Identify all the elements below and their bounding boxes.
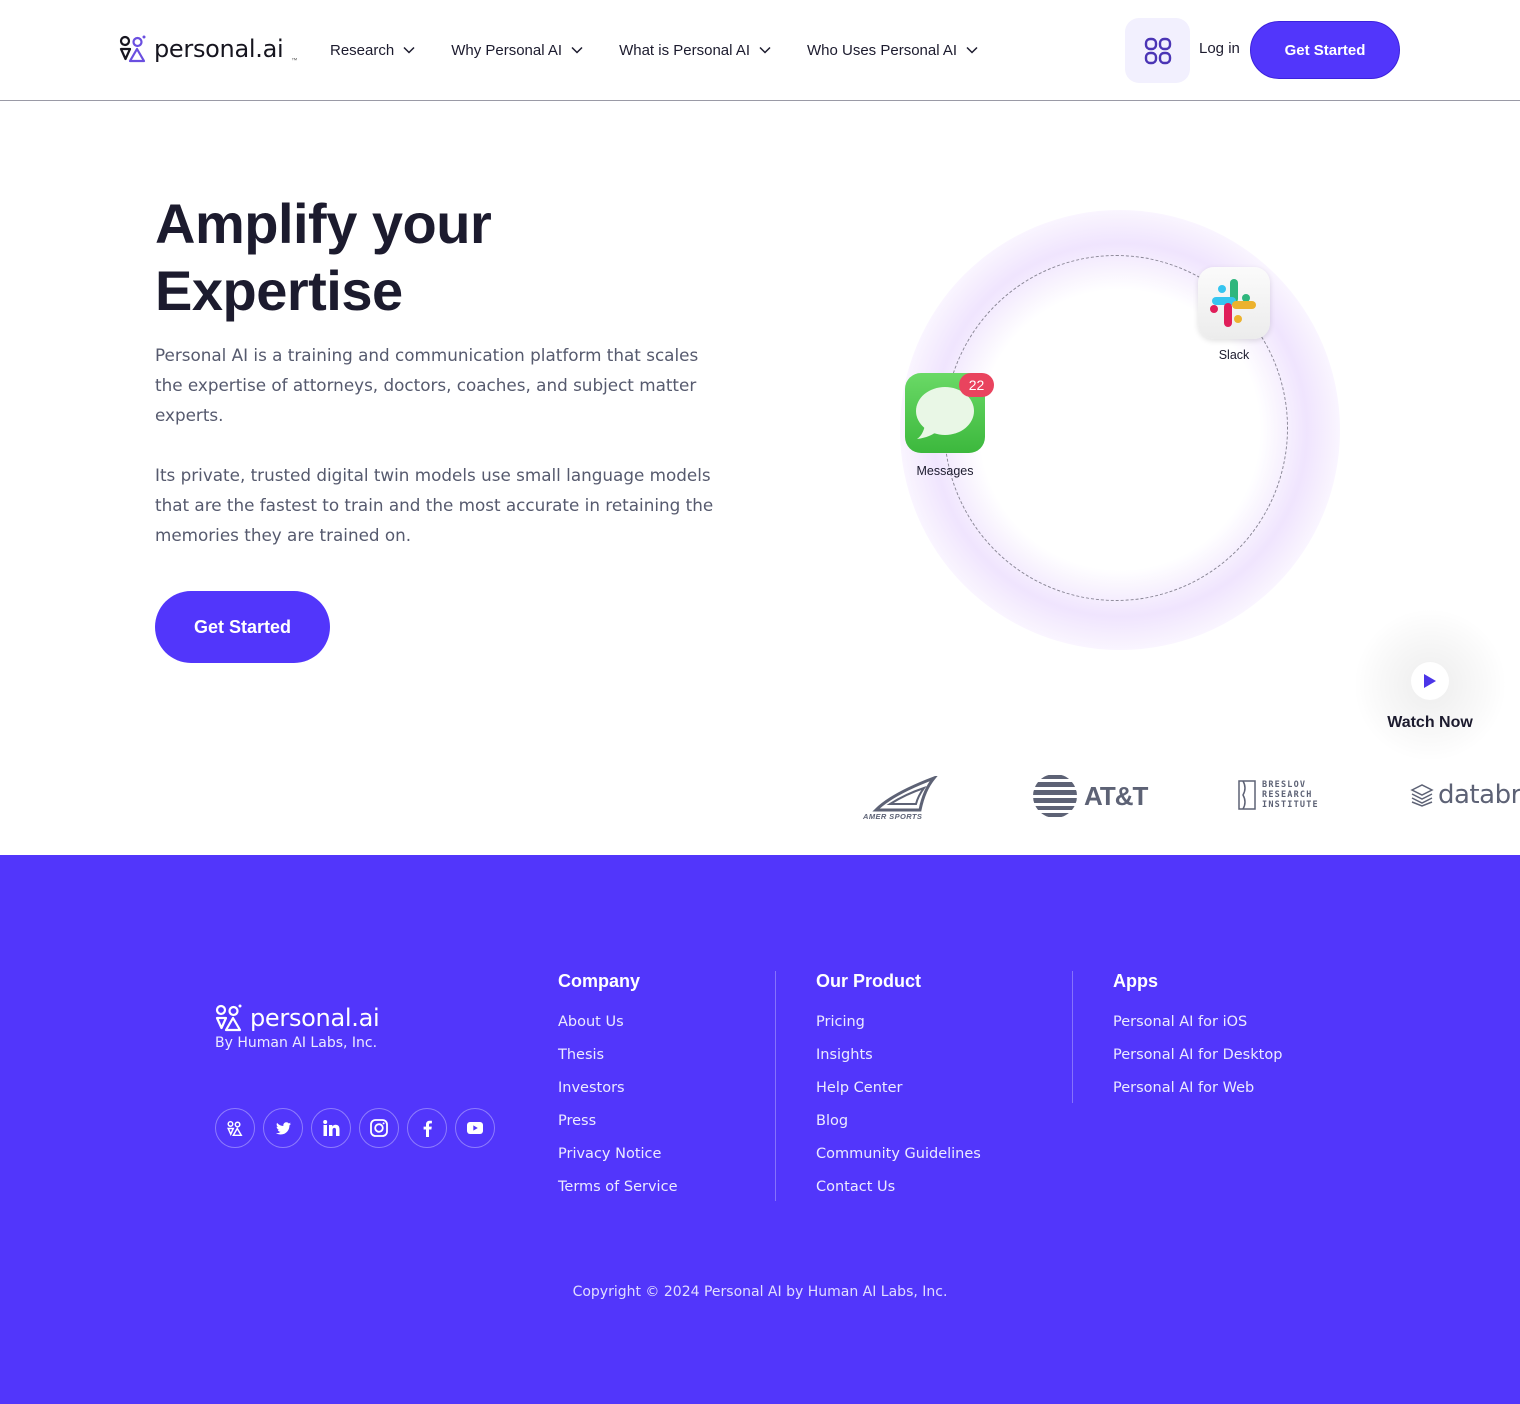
footer-link-pricing[interactable]: Pricing — [816, 1013, 981, 1046]
chevron-down-icon — [759, 46, 771, 54]
hero-get-started-button[interactable]: Get Started — [155, 591, 330, 663]
footer-link-insights[interactable]: Insights — [816, 1046, 981, 1079]
slack-icon — [1198, 267, 1270, 339]
footer-link-community-guidelines[interactable]: Community Guidelines — [816, 1145, 981, 1178]
amer-sports-text: AMER SPORTS — [863, 812, 923, 821]
site-header: personal.ai ™ Research Why Personal AI W… — [0, 0, 1520, 101]
footer-link-about-us[interactable]: About Us — [558, 1013, 677, 1046]
nav-label: Research — [330, 41, 395, 59]
footer-link-contact-us[interactable]: Contact Us — [816, 1178, 981, 1211]
nav-label: What is Personal AI — [619, 41, 750, 59]
social-instagram[interactable] — [359, 1108, 399, 1148]
watch-now-button[interactable]: Watch Now — [1350, 610, 1510, 760]
att-text: AT&T — [1084, 780, 1148, 811]
grid-icon — [1144, 37, 1171, 64]
linkedin-icon — [322, 1120, 339, 1136]
chevron-down-icon — [403, 46, 415, 54]
social-facebook[interactable] — [407, 1108, 447, 1148]
notification-badge: 22 — [959, 373, 994, 397]
chevron-down-icon — [571, 46, 583, 54]
footer-link-press[interactable]: Press — [558, 1112, 677, 1145]
amer-sports-logo: AMER SPORTS — [862, 774, 940, 821]
footer-column-our-product: Our Product Pricing Insights Help Center… — [816, 971, 981, 1211]
site-logo[interactable]: personal.ai ™ — [119, 34, 297, 64]
site-footer: personal.ai By Human AI Labs, Inc. Compa… — [0, 855, 1520, 1404]
nav-why-personal-ai[interactable]: Why Personal AI — [451, 38, 583, 62]
social-linkedin[interactable] — [311, 1108, 351, 1148]
footer-column-title: Company — [558, 971, 641, 991]
footer-link-terms-of-service[interactable]: Terms of Service — [558, 1178, 677, 1211]
nav-label: Who Uses Personal AI — [807, 41, 958, 59]
footer-column-apps: Apps Personal AI for iOS Personal AI for… — [1113, 971, 1282, 1112]
footer-link-ios[interactable]: Personal AI for iOS — [1113, 1013, 1282, 1046]
social-links — [215, 1108, 495, 1148]
hero-title-line1: Amplify your — [155, 192, 492, 255]
databricks-text: databri — [1438, 780, 1520, 810]
footer-link-investors[interactable]: Investors — [558, 1079, 677, 1112]
play-icon[interactable] — [1411, 662, 1449, 700]
hero-description: Personal AI is a training and communicat… — [155, 345, 699, 425]
twitter-icon — [275, 1121, 291, 1134]
copyright-notice: Copyright © 2024 Personal AI by Human AI… — [572, 1284, 948, 1300]
nav-label: Why Personal AI — [451, 41, 563, 59]
footer-logo[interactable]: personal.ai — [215, 1003, 380, 1033]
footer-link-thesis[interactable]: Thesis — [558, 1046, 677, 1079]
footer-link-desktop[interactable]: Personal AI for Desktop — [1113, 1046, 1282, 1079]
app-label: Messages — [916, 464, 974, 478]
personal-ai-logo-icon — [119, 35, 146, 63]
breslov-logo: BRESLOV RESEARCH INSTITUTE — [1238, 780, 1319, 810]
personal-ai-logo-icon — [215, 1004, 242, 1032]
att-logo: AT&T — [1032, 773, 1148, 819]
social-twitter[interactable] — [263, 1108, 303, 1148]
app-label: Slack — [1218, 348, 1250, 362]
hero-title-line2: Expertise — [155, 259, 403, 322]
apps-menu-button[interactable] — [1125, 18, 1190, 83]
facebook-icon — [423, 1120, 432, 1137]
messages-icon: 22 — [905, 373, 994, 453]
watch-now-label: Watch Now — [1387, 714, 1473, 731]
instagram-icon — [370, 1119, 388, 1137]
footer-link-privacy-notice[interactable]: Privacy Notice — [558, 1145, 677, 1178]
personal-ai-icon — [227, 1120, 243, 1136]
databricks-logo: databri — [1410, 780, 1520, 810]
breslov-text: BRESLOV RESEARCH INSTITUTE — [1262, 780, 1319, 810]
orbit-app-slack: Slack — [1198, 267, 1270, 362]
chevron-down-icon — [966, 46, 978, 54]
footer-link-blog[interactable]: Blog — [816, 1112, 981, 1145]
footer-tagline: By Human AI Labs, Inc. — [215, 1035, 378, 1051]
footer-link-web[interactable]: Personal AI for Web — [1113, 1079, 1282, 1112]
footer-divider — [1072, 971, 1073, 1103]
hero-title: Amplify your Expertise — [155, 190, 492, 324]
nav-research[interactable]: Research — [330, 38, 415, 62]
youtube-icon — [467, 1122, 483, 1134]
social-personal-ai[interactable] — [215, 1108, 255, 1148]
hero-description-secondary: Its private, trusted digital twin models… — [155, 465, 714, 545]
footer-divider — [775, 971, 776, 1201]
get-started-button[interactable]: Get Started — [1250, 21, 1400, 79]
trademark: ™ — [291, 58, 298, 64]
login-link[interactable]: Log in — [1199, 40, 1240, 57]
customer-logos: AMER SPORTS AT&T BRESLOV RESEARCH INSTIT… — [0, 770, 1520, 830]
social-youtube[interactable] — [455, 1108, 495, 1148]
nav-who-uses-personal-ai[interactable]: Who Uses Personal AI — [807, 38, 978, 62]
nav-what-is-personal-ai[interactable]: What is Personal AI — [619, 38, 771, 62]
orbit-app-messages: 22 Messages — [905, 373, 994, 478]
main-nav: Research Why Personal AI What is Persona… — [330, 38, 978, 62]
footer-link-help-center[interactable]: Help Center — [816, 1079, 981, 1112]
footer-column-company: Company About Us Thesis Investors Press … — [558, 971, 677, 1211]
footer-column-title: Apps — [1113, 971, 1158, 991]
footer-logo-wordmark: personal.ai — [250, 1004, 380, 1032]
footer-column-title: Our Product — [816, 971, 922, 991]
logo-wordmark: personal.ai — [154, 35, 284, 63]
